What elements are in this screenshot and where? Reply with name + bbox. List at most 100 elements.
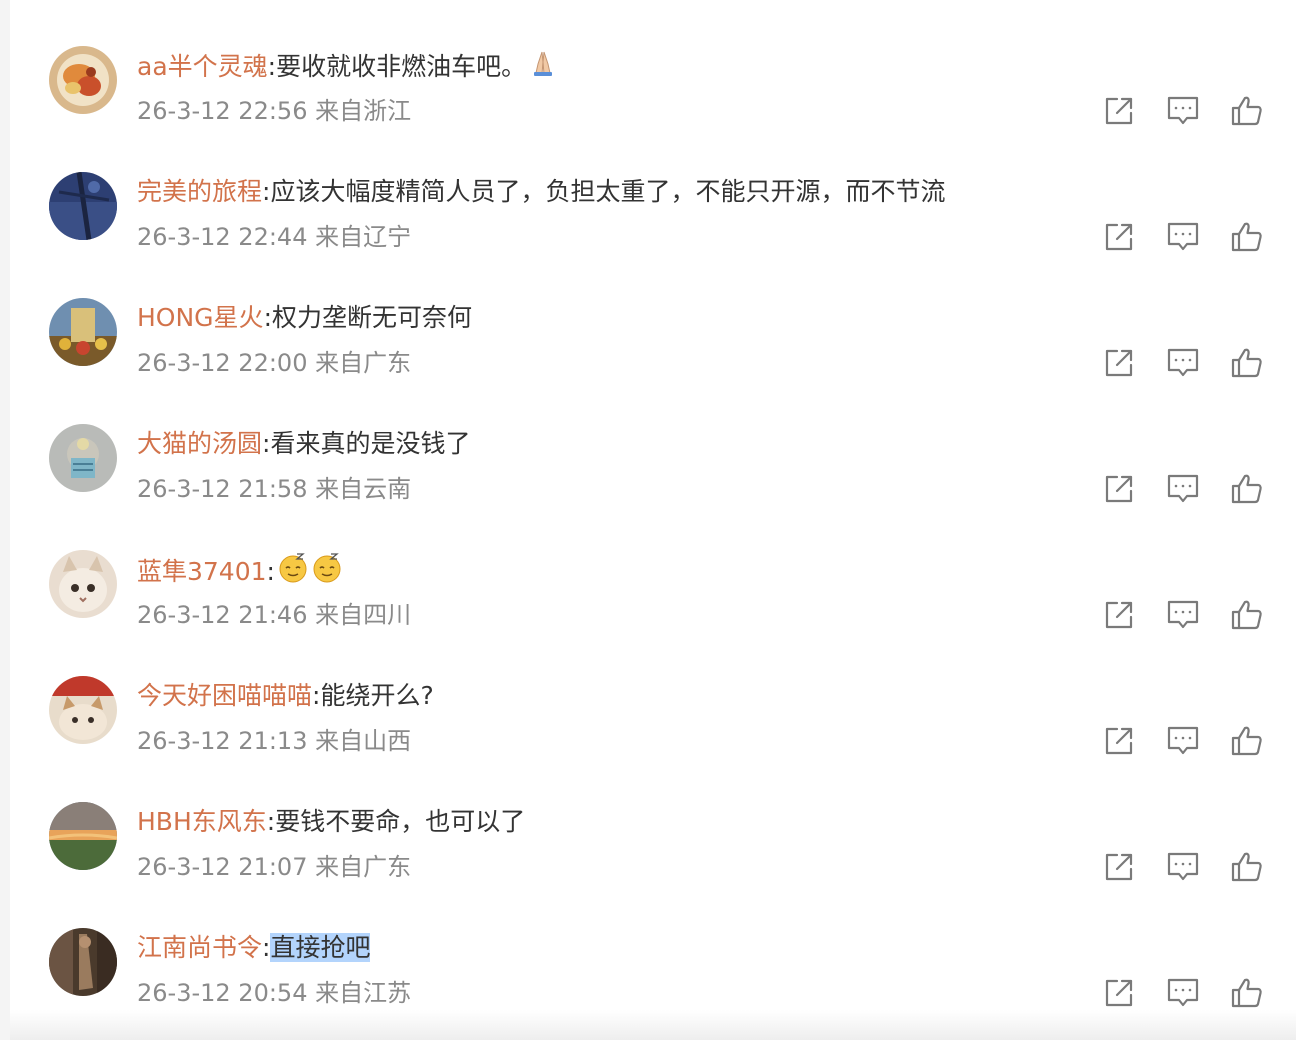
like-button[interactable] (1230, 346, 1264, 380)
reply-button[interactable] (1166, 94, 1200, 128)
username-link[interactable]: 江南尚书令 (137, 933, 262, 962)
username-link[interactable]: 完美的旅程 (137, 177, 262, 206)
comment-actions (1092, 850, 1272, 884)
like-button[interactable] (1230, 598, 1264, 632)
username-link[interactable]: HONG星火 (137, 303, 264, 332)
share-button[interactable] (1102, 94, 1136, 128)
comment-item: aa半个灵魂:要收就收非燃油车吧。 26-3-12 22:56 来自浙江 (10, 0, 1296, 126)
location: 来自江苏 (315, 979, 412, 1007)
comment-icon (1166, 598, 1200, 632)
comment-actions (1092, 976, 1272, 1010)
like-button[interactable] (1230, 472, 1264, 506)
separator: : (266, 557, 275, 586)
reply-button[interactable] (1166, 976, 1200, 1010)
thumbs-up-icon (1230, 472, 1264, 506)
reply-button[interactable] (1166, 724, 1200, 758)
comment-icon (1166, 850, 1200, 884)
comment-meta: 26-3-12 21:46 来自四川 (137, 598, 411, 632)
timestamp: 26-3-12 21:13 (137, 727, 308, 755)
like-button[interactable] (1230, 976, 1264, 1010)
like-button[interactable] (1230, 850, 1264, 884)
reply-button[interactable] (1166, 850, 1200, 884)
share-icon (1102, 94, 1136, 128)
location: 来自浙江 (315, 97, 412, 125)
comment-text: HBH东风东:要钱不要命，也可以了 (137, 804, 525, 840)
avatar[interactable] (49, 802, 117, 870)
comment-icon (1166, 976, 1200, 1010)
timestamp: 26-3-12 21:46 (137, 601, 308, 629)
comment-icon (1166, 472, 1200, 506)
avatar[interactable] (49, 172, 117, 240)
location: 来自山西 (315, 727, 412, 755)
avatar[interactable] (49, 298, 117, 366)
comment-icon (1166, 346, 1200, 380)
avatar[interactable] (49, 46, 117, 114)
comment-meta: 26-3-12 21:07 来自广东 (137, 850, 411, 884)
thumbs-up-icon (1230, 976, 1264, 1010)
username-link[interactable]: 今天好困喵喵喵 (137, 681, 312, 710)
comment-content: 直接抢吧 (270, 933, 371, 962)
reply-button[interactable] (1166, 598, 1200, 632)
location: 来自广东 (315, 349, 412, 377)
comment-content: 权力垄断无可奈何 (272, 303, 473, 332)
timestamp: 26-3-12 22:00 (137, 349, 308, 377)
username-link[interactable]: 蓝隼37401 (137, 557, 267, 586)
comment-meta: 26-3-12 21:58 来自云南 (137, 472, 411, 506)
location: 来自四川 (315, 601, 412, 629)
username-link[interactable]: 大猫的汤圆 (137, 429, 262, 458)
comment-text: 今天好困喵喵喵:能绕开么? (137, 678, 434, 714)
comment-item: 江南尚书令:直接抢吧 26-3-12 20:54 来自江苏 (10, 882, 1296, 1008)
reply-button[interactable] (1166, 346, 1200, 380)
timestamp: 26-3-12 22:56 (137, 97, 308, 125)
comment-content: 要收就收非燃油车吧。 (276, 52, 527, 81)
share-button[interactable] (1102, 346, 1136, 380)
like-button[interactable] (1230, 94, 1264, 128)
like-button[interactable] (1230, 724, 1264, 758)
comment-item: 今天好困喵喵喵:能绕开么? 26-3-12 21:13 来自山西 (10, 630, 1296, 756)
comment-content: 应该大幅度精简人员了，负担太重了，不能只开源，而不节流 (270, 177, 946, 206)
share-button[interactable] (1102, 598, 1136, 632)
comment-text: HONG星火:权力垄断无可奈何 (137, 300, 472, 336)
sleepy-face-emoji (277, 552, 309, 594)
comment-list: aa半个灵魂:要收就收非燃油车吧。 26-3-12 22:56 来自浙江 完美的… (10, 0, 1296, 1040)
comment-actions (1092, 598, 1272, 632)
comment-meta: 26-3-12 22:56 来自浙江 (137, 94, 411, 128)
comment-actions (1092, 472, 1272, 506)
reply-button[interactable] (1166, 220, 1200, 254)
comment-item: HONG星火:权力垄断无可奈何 26-3-12 22:00 来自广东 (10, 252, 1296, 378)
location: 来自辽宁 (315, 223, 412, 251)
avatar[interactable] (49, 550, 117, 618)
avatar[interactable] (49, 928, 117, 996)
comment-text: 大猫的汤圆:看来真的是没钱了 (137, 426, 470, 462)
comment-actions (1092, 94, 1272, 128)
share-button[interactable] (1102, 976, 1136, 1010)
comment-meta: 26-3-12 22:00 来自广东 (137, 346, 411, 380)
comment-content: 看来真的是没钱了 (270, 429, 471, 458)
separator: : (267, 52, 277, 81)
comment-item: 完美的旅程:应该大幅度精简人员了，负担太重了，不能只开源，而不节流 26-3-1… (10, 126, 1296, 252)
avatar[interactable] (49, 676, 117, 744)
avatar[interactable] (49, 424, 117, 492)
comment-meta: 26-3-12 22:44 来自辽宁 (137, 220, 411, 254)
username-link[interactable]: aa半个灵魂 (137, 52, 268, 81)
comment-content: 要钱不要命，也可以了 (275, 807, 526, 836)
sleepy-face-emoji (311, 552, 343, 594)
comment-text: aa半个灵魂:要收就收非燃油车吧。 (137, 48, 558, 84)
share-button[interactable] (1102, 724, 1136, 758)
comment-icon (1166, 724, 1200, 758)
comment-item: HBH东风东:要钱不要命，也可以了 26-3-12 21:07 来自广东 (10, 756, 1296, 882)
share-icon (1102, 346, 1136, 380)
share-icon (1102, 724, 1136, 758)
comment-actions (1092, 346, 1272, 380)
location: 来自云南 (315, 475, 412, 503)
reply-button[interactable] (1166, 472, 1200, 506)
comment-text: 完美的旅程:应该大幅度精简人员了，负担太重了，不能只开源，而不节流 (137, 174, 945, 210)
share-button[interactable] (1102, 472, 1136, 506)
comment-content: 能绕开么? (320, 681, 434, 710)
folded-hands-emoji (528, 48, 558, 88)
share-button[interactable] (1102, 220, 1136, 254)
share-button[interactable] (1102, 850, 1136, 884)
location: 来自广东 (315, 853, 412, 881)
username-link[interactable]: HBH东风东 (137, 807, 267, 836)
like-button[interactable] (1230, 220, 1264, 254)
